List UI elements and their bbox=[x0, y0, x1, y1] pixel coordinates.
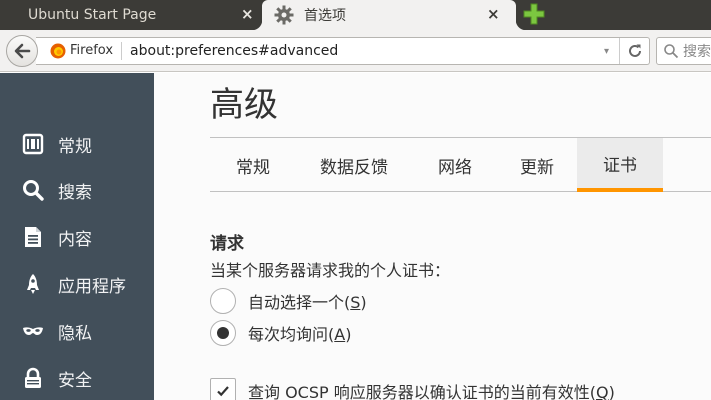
sidebar-item-privacy[interactable]: 隐私 bbox=[0, 311, 154, 351]
content-icon bbox=[22, 226, 44, 248]
tab-strip: Ubuntu Start Page × 首选项 × bbox=[0, 0, 711, 30]
tab-certificates[interactable]: 证书 bbox=[577, 138, 663, 192]
tab-title: Ubuntu Start Page bbox=[28, 7, 157, 23]
sidebar-item-label: 应用程序 bbox=[58, 276, 126, 297]
tab-network[interactable]: 网络 bbox=[412, 138, 498, 192]
gear-icon bbox=[274, 5, 294, 25]
sidebar: 常规 搜索 内容 应用程序 隐私 安全 bbox=[0, 73, 154, 400]
radio-ask-every-time[interactable]: 每次均询问(A) bbox=[210, 319, 351, 347]
tab-update[interactable]: 更新 bbox=[494, 138, 580, 192]
page-title: 高级 bbox=[210, 85, 278, 125]
checkmark-icon bbox=[217, 386, 229, 397]
preferences-pane: 高级 常规 数据反馈 网络 更新 证书 请求 当某个服务器请求我的个人证书： 自… bbox=[154, 73, 711, 400]
search-input[interactable]: 搜索 bbox=[683, 41, 711, 61]
nav-bar: Firefox about:preferences#advanced ▾ 搜索 bbox=[0, 30, 711, 72]
sidebar-item-search[interactable]: 搜索 bbox=[0, 170, 154, 210]
reload-button[interactable] bbox=[619, 38, 649, 64]
checkbox-label: 查询 OCSP 响应服务器以确认证书的当前有效性(Q) bbox=[248, 383, 615, 400]
section-title: 请求 bbox=[210, 234, 244, 254]
url-text[interactable]: about:preferences#advanced bbox=[130, 43, 604, 59]
tab-title: 首选项 bbox=[304, 8, 346, 24]
radio-dot bbox=[217, 327, 229, 339]
sidebar-item-label: 搜索 bbox=[58, 182, 92, 203]
radio-label: 每次均询问(A) bbox=[248, 325, 352, 344]
sidebar-item-security[interactable]: 安全 bbox=[0, 358, 154, 398]
tab-preferences[interactable]: 首选项 × bbox=[252, 0, 526, 30]
tab-data-choices[interactable]: 数据反馈 bbox=[298, 138, 410, 192]
radio-auto-select[interactable]: 自动选择一个(S) bbox=[210, 287, 367, 315]
advanced-tabs: 常规 数据反馈 网络 更新 证书 bbox=[210, 137, 711, 192]
general-icon bbox=[22, 133, 44, 155]
search-bar[interactable]: 搜索 bbox=[656, 37, 711, 65]
plus-icon[interactable] bbox=[522, 2, 546, 26]
search-icon bbox=[22, 179, 44, 201]
back-button[interactable] bbox=[6, 35, 38, 67]
mask-icon bbox=[22, 320, 44, 342]
checkbox[interactable] bbox=[210, 378, 236, 400]
close-icon[interactable]: × bbox=[487, 5, 500, 23]
radio-button[interactable] bbox=[210, 288, 236, 314]
lock-icon bbox=[22, 367, 44, 389]
radio-label: 自动选择一个(S) bbox=[248, 293, 367, 312]
dropdown-icon[interactable]: ▾ bbox=[604, 46, 609, 57]
sidebar-item-applications[interactable]: 应用程序 bbox=[0, 264, 154, 304]
tab-general[interactable]: 常规 bbox=[210, 138, 296, 192]
rocket-icon bbox=[22, 273, 44, 295]
identity-label[interactable]: Firefox bbox=[70, 42, 123, 60]
url-bar[interactable]: Firefox about:preferences#advanced ▾ bbox=[36, 37, 650, 65]
firefox-logo-icon bbox=[50, 43, 66, 59]
section-description: 当某个服务器请求我的个人证书： bbox=[210, 261, 451, 280]
sidebar-item-label: 隐私 bbox=[58, 323, 92, 344]
radio-button-checked[interactable] bbox=[210, 320, 236, 346]
search-icon bbox=[664, 44, 679, 59]
sidebar-item-label: 安全 bbox=[58, 370, 92, 391]
tab-ubuntu-start-page[interactable]: Ubuntu Start Page × bbox=[0, 0, 266, 30]
back-arrow-icon bbox=[14, 43, 31, 59]
sidebar-item-label: 常规 bbox=[58, 136, 92, 157]
sidebar-item-content[interactable]: 内容 bbox=[0, 217, 154, 257]
ocsp-checkbox-row[interactable]: 查询 OCSP 响应服务器以确认证书的当前有效性(Q) bbox=[210, 377, 615, 400]
sidebar-item-general[interactable]: 常规 bbox=[0, 124, 154, 164]
sidebar-item-label: 内容 bbox=[58, 229, 92, 250]
reload-icon bbox=[628, 44, 641, 57]
